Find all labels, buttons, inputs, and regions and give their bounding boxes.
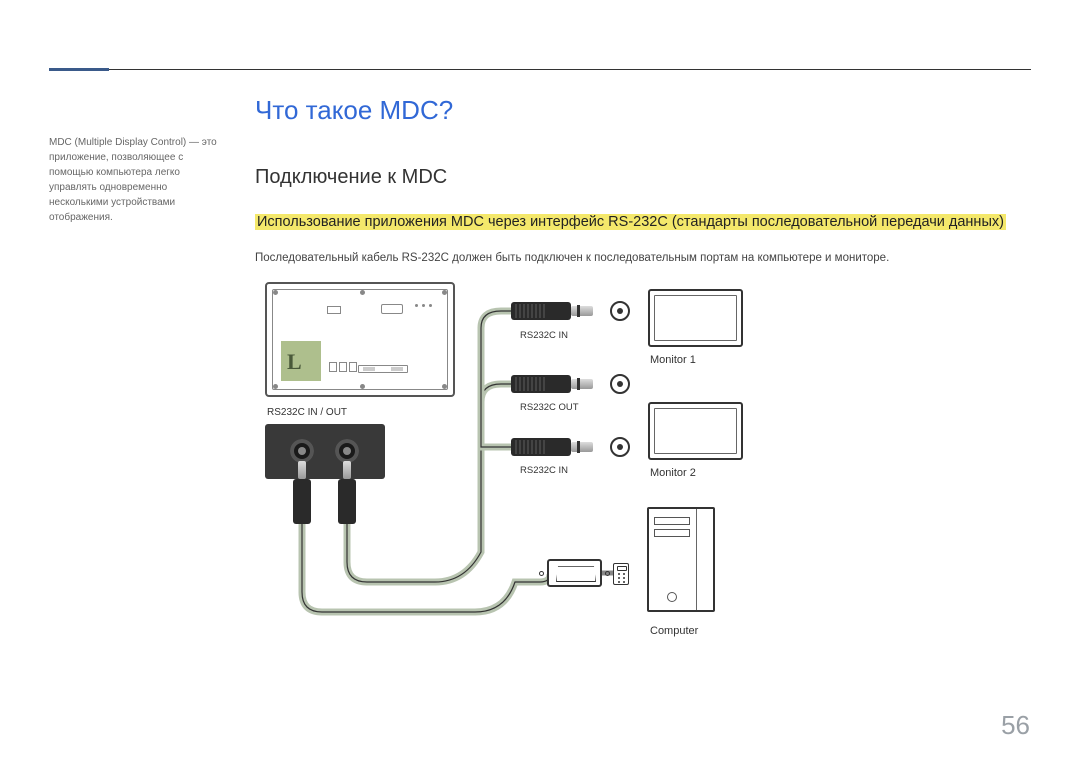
- header-rule: [49, 69, 1031, 70]
- socket-monitor1-in: [610, 301, 630, 321]
- vga-connector-icon: [547, 559, 602, 587]
- page-title: Что такое MDC?: [255, 95, 1035, 126]
- display-back-panel: L: [265, 282, 455, 397]
- connection-diagram: L RS232C IN / OUT: [255, 282, 975, 682]
- label-monitor1: Monitor 1: [650, 354, 696, 366]
- label-monitor2: Monitor 2: [650, 467, 696, 479]
- jack-in: [290, 439, 314, 463]
- panel-logo: L: [281, 341, 321, 381]
- label-rs232c-out: RS232C OUT: [520, 402, 579, 413]
- label-computer: Computer: [650, 625, 698, 637]
- header-accent: [49, 68, 109, 71]
- jack-out: [335, 439, 359, 463]
- highlight-text: Использование приложения MDC через интер…: [255, 214, 1006, 230]
- monitor-1-icon: [648, 289, 743, 347]
- cable-plug-a: [293, 479, 311, 549]
- monitor-2-icon: [648, 402, 743, 460]
- socket-monitor2-in: [610, 437, 630, 457]
- main-content: Что такое MDC? Подключение к MDC Использ…: [255, 95, 1035, 682]
- label-rs232c-in-1: RS232C IN: [520, 330, 568, 341]
- cable-plug-b: [338, 479, 356, 549]
- sidebar-note: MDC (Multiple Display Control) — это при…: [49, 135, 219, 225]
- computer-tower-icon: [647, 507, 715, 612]
- rs232c-port-panel: [265, 424, 385, 479]
- page-number: 56: [1001, 710, 1030, 741]
- vga-port-icon: [613, 563, 629, 585]
- highlighted-heading: Использование приложения MDC через интер…: [255, 211, 1035, 234]
- section-subtitle: Подключение к MDC: [255, 166, 1035, 189]
- socket-monitor1-out: [610, 374, 630, 394]
- label-rs232c-in-2: RS232C IN: [520, 465, 568, 476]
- port-panel-label: RS232C IN / OUT: [267, 407, 347, 418]
- body-paragraph: Последовательный кабель RS-232C должен б…: [255, 252, 1035, 264]
